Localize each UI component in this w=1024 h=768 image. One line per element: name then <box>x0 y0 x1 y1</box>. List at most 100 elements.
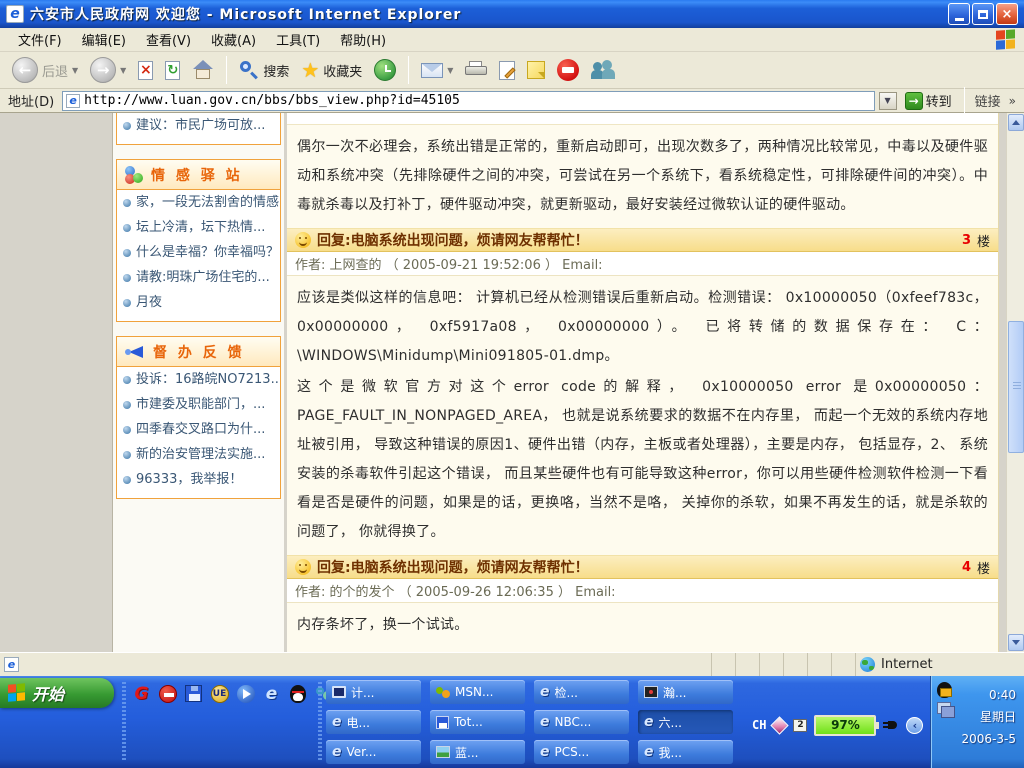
sidebar-link[interactable]: 市建委及职能部门，... <box>117 392 280 417</box>
forum-thread: 偶尔一次不必理会，系统出错是正常的，重新启动即可，出现次数多了，两种情况比较常见… <box>287 113 999 652</box>
clock-time: 0:40 <box>962 684 1016 706</box>
taskbar-button[interactable]: e检... <box>534 680 629 704</box>
mail-button[interactable]: ▼ <box>417 61 457 80</box>
go-button[interactable]: → 转到 <box>901 91 956 110</box>
taskbar: 开始 G UE e 计... MSN... e检... 瀚... e电... T… <box>0 676 1024 768</box>
sidebar-link[interactable]: 请教:明珠广场住宅的... <box>117 265 280 290</box>
toolbar-grip[interactable] <box>122 682 126 762</box>
battery-indicator[interactable]: 97% <box>814 715 876 736</box>
taskbar-button[interactable]: e电... <box>326 710 421 734</box>
history-button[interactable] <box>370 57 400 83</box>
language-indicator[interactable]: CH <box>752 718 766 732</box>
maximize-button[interactable] <box>972 3 994 25</box>
qq-icon[interactable] <box>288 684 307 703</box>
menu-view[interactable]: 查看(V) <box>136 28 201 51</box>
status-bar: e Internet <box>0 652 1024 676</box>
post-paragraph: 这个是微软官方对这个error code的解释， 0x10000050 erro… <box>297 373 988 547</box>
section-title: 督 办 反 馈 <box>153 342 245 362</box>
windows-update-icon[interactable] <box>937 702 951 714</box>
disk-app-icon[interactable] <box>184 684 203 703</box>
start-button[interactable]: 开始 <box>0 678 114 708</box>
edit-button[interactable] <box>495 59 519 82</box>
back-button[interactable]: ← 后退 ▼ <box>8 55 82 85</box>
address-input[interactable]: e http://www.luan.gov.cn/bbs/bbs_view.ph… <box>62 91 874 111</box>
favorites-button[interactable]: ★ 收藏夹 <box>297 58 366 82</box>
sidebar-link[interactable]: 家，一段无法割舍的情感 <box>117 190 280 215</box>
ime-keyboard-icon[interactable]: 2 <box>793 719 807 732</box>
ultraedit-icon[interactable]: UE <box>210 684 229 703</box>
scroll-down-icon <box>1012 640 1020 645</box>
messenger-button[interactable] <box>587 58 619 82</box>
search-button[interactable]: 搜索 <box>235 58 293 82</box>
bullet-icon <box>123 426 131 434</box>
refresh-button[interactable]: ↻ <box>161 59 184 82</box>
stop-button[interactable]: × <box>134 59 157 82</box>
post-body: 偶尔一次不必理会，系统出错是正常的，重新启动即可，出现次数多了，两种情况比较常见… <box>287 125 998 228</box>
bullet-icon <box>123 199 131 207</box>
sidebar-link[interactable]: 96333，我举报！ <box>117 467 280 492</box>
taskbar-button-active[interactable]: e六... <box>638 710 733 734</box>
menu-file[interactable]: 文件(F) <box>8 28 72 51</box>
forward-button[interactable]: → ▼ <box>86 55 130 85</box>
sidebar-box-feedback: 督 办 反 馈 投诉：16路皖NO7213... 市建委及职能部门，... 四季… <box>116 336 281 499</box>
ime-diamond-icon[interactable] <box>771 716 789 734</box>
sidebar-link[interactable]: 投诉：16路皖NO7213... <box>117 367 280 392</box>
sidebar-link[interactable]: 建议：市民广场可放... <box>117 113 280 138</box>
back-dropdown-icon[interactable]: ▼ <box>72 66 78 75</box>
close-button[interactable]: × <box>996 3 1018 25</box>
forward-dropdown-icon[interactable]: ▼ <box>120 66 126 75</box>
flashget-icon[interactable]: G <box>132 684 151 703</box>
links-label[interactable]: 链接 <box>973 91 1003 110</box>
reply-author-row: 作者: 上网查的 （ 2005-09-21 19:52:06 ） Email: <box>287 252 998 276</box>
taskbar-button[interactable]: 瀚... <box>638 680 733 704</box>
menu-tools[interactable]: 工具(T) <box>266 28 330 51</box>
scrollbar-thumb[interactable] <box>1008 321 1024 453</box>
sidebar-link[interactable]: 什么是幸福？你幸福吗？ <box>117 240 280 265</box>
floor-number: 4 <box>962 560 971 575</box>
sidebar-link[interactable]: 四季春交叉路口为什... <box>117 417 280 442</box>
download-tool-button[interactable] <box>553 57 583 83</box>
links-chevron-icon[interactable]: » <box>1007 94 1020 108</box>
home-button[interactable] <box>188 58 218 82</box>
taskbar-button[interactable]: eVer... <box>326 740 421 764</box>
taskbar-button[interactable]: e我... <box>638 740 733 764</box>
taskbar-button[interactable]: 计... <box>326 680 421 704</box>
media-player-icon[interactable] <box>236 684 255 703</box>
scroll-down-button[interactable] <box>1008 634 1024 651</box>
taskbar-button[interactable]: ePCS... <box>534 740 629 764</box>
taskbar-button[interactable]: eNBC... <box>534 710 629 734</box>
sidebar-section-header: 督 办 反 馈 <box>117 337 280 367</box>
smiley-icon <box>295 232 311 248</box>
menu-edit[interactable]: 编辑(E) <box>72 28 136 51</box>
ie-icon: e <box>540 744 550 760</box>
notes-button[interactable] <box>523 59 549 81</box>
taskbar-button[interactable]: MSN... <box>430 680 525 704</box>
address-dropdown-icon[interactable]: ▼ <box>879 92 897 110</box>
menu-help[interactable]: 帮助(H) <box>330 28 396 51</box>
floor-unit: 楼 <box>977 231 990 250</box>
sidebar-box-top: 请问市都蒙园业主？ 建议：市民广场可放... <box>116 113 281 145</box>
monitor-icon <box>644 686 658 698</box>
disk-icon <box>436 716 449 729</box>
minimize-button[interactable] <box>948 3 970 25</box>
taskbar-button[interactable]: Tot... <box>430 710 525 734</box>
sidebar-link[interactable]: 新的治安管理法实施... <box>117 442 280 467</box>
sidebar-link[interactable]: 坛上冷清，坛下热情... <box>117 215 280 240</box>
reply-title: 回复:电脑系统出现问题，烦请网友帮帮忙！ <box>317 557 956 577</box>
vertical-scrollbar[interactable] <box>1006 113 1024 652</box>
maximize-icon <box>978 10 988 19</box>
taskbar-button[interactable]: 蓝... <box>430 740 525 764</box>
print-button[interactable] <box>461 59 491 81</box>
menu-favorites[interactable]: 收藏(A) <box>201 28 266 51</box>
qq-lock-icon[interactable] <box>937 682 952 698</box>
tray-collapse-icon[interactable]: ‹ <box>906 717 923 734</box>
sidebar-link[interactable]: 月夜 <box>117 290 280 315</box>
internet-explorer-icon[interactable]: e <box>262 684 281 703</box>
mail-dropdown-icon[interactable]: ▼ <box>447 66 453 75</box>
toolbar-grip[interactable] <box>318 682 322 762</box>
reply-body: 内存条坏了，换一个试试。 <box>287 603 998 648</box>
power-plug-icon[interactable] <box>883 718 899 732</box>
scroll-up-button[interactable] <box>1008 114 1024 131</box>
red-badge-icon[interactable] <box>158 684 177 703</box>
reply-post-3: 回复:电脑系统出现问题，烦请网友帮帮忙！ 3 楼 作者: 上网查的 （ 2005… <box>287 228 998 555</box>
